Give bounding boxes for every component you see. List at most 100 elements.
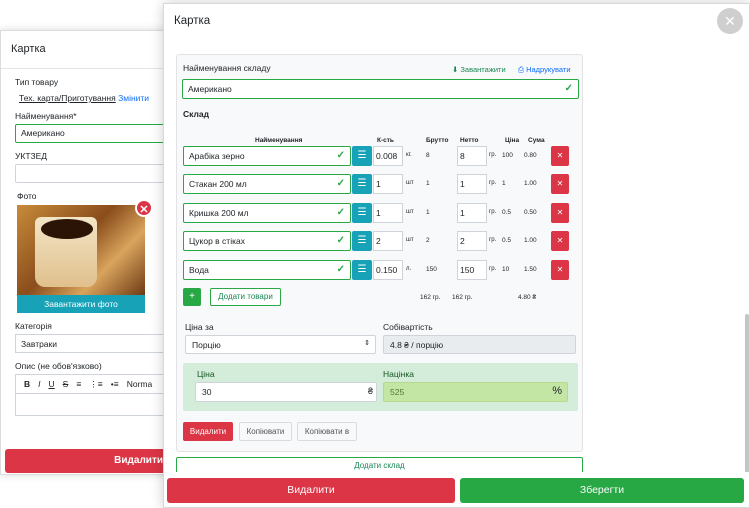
product-type-value: Тех. карта/Приготування [19,93,116,103]
warehouse-card: Найменування складу ⬇ Завантажити ⎙ Надр… [176,54,583,452]
netto-unit-label: гр. [489,237,497,243]
remove-photo-icon[interactable]: ✕ [135,199,153,217]
category-select[interactable]: Завтраки [15,334,165,353]
product-type-label: Тип товару [15,77,59,87]
price-for-select[interactable]: Порцію ⇕ [185,335,376,354]
warehouse-name-input[interactable]: Американо ✓ [182,79,579,99]
brutto-value: 2 [426,237,430,244]
list-icon[interactable]: ☰ [352,203,372,223]
remove-ingredient-button[interactable]: ✕ [551,174,569,194]
ingredient-row: Стакан 200 мл ✓ ☰ 1 шт 1 1 гр. 1 1.00 ✕ [183,174,578,196]
header-name: Найменування [255,137,303,144]
brutto-value: 1 [426,180,430,187]
remove-ingredient-button[interactable]: ✕ [551,203,569,223]
markup-label: Націнка [383,369,414,379]
description-label: Опис (не обов'язково) [15,361,102,371]
quantity-input[interactable]: 0.150 [373,260,403,280]
footer-save-button[interactable]: Зберегти [460,478,744,503]
remove-ingredient-button[interactable]: ✕ [551,260,569,280]
cost-value: 4.8 ₴ / порцію [383,335,576,354]
price-value: 0.5 [502,237,512,244]
uktzed-input[interactable] [15,164,165,183]
footer-delete-button[interactable]: Видалити [167,478,455,503]
category-label: Категорія [15,321,52,331]
list-icon[interactable]: ☰ [352,260,372,280]
netto-input[interactable]: 1 [457,174,487,194]
unit-label: шт [406,209,414,215]
description-editor[interactable] [15,394,165,416]
quantity-input[interactable]: 0.008 [373,146,403,166]
print-link[interactable]: ⎙ Надрукувати [518,65,571,75]
currency-icon: ₴ [367,386,373,396]
list-icon[interactable]: ☰ [352,231,372,251]
delete-warehouse-button[interactable]: Видалити [183,422,233,441]
add-ingredient-button[interactable]: + [183,288,201,306]
ingredient-name-input[interactable]: Кришка 200 мл ✓ [183,203,351,223]
netto-input[interactable]: 2 [457,231,487,251]
check-icon: ✓ [336,235,345,246]
bold-icon[interactable]: B [24,379,30,389]
unit-label: кг. [406,152,412,158]
format-select[interactable]: Norma [127,379,153,389]
add-warehouse-button[interactable]: Додати склад [176,457,583,472]
copy-to-button[interactable]: Копіювати в [297,422,357,441]
quantity-input[interactable]: 1 [373,174,403,194]
ingredient-row: Арабіка зерно ✓ ☰ 0.008 кг. 8 8 гр. 100 0… [183,146,578,168]
total-brutto: 162 гр. [420,294,441,301]
remove-ingredient-button[interactable]: ✕ [551,231,569,251]
change-link[interactable]: Змінити [118,93,149,103]
photo-label: Фото [17,191,37,201]
add-goods-button[interactable]: Додати товари [210,288,281,306]
header-price: Ціна [505,137,520,144]
ingredient-row: Кришка 200 мл ✓ ☰ 1 шт 1 1 гр. 0.5 0.50 ✕ [183,203,578,225]
background-delete-button[interactable]: Видалити [5,449,171,473]
upload-photo-button[interactable]: Завантажити фото [17,295,145,313]
scrollbar[interactable] [745,314,749,472]
netto-unit-label: гр. [489,152,497,158]
brutto-value: 150 [426,266,437,273]
select-arrows-icon: ⇕ [364,340,370,347]
close-icon[interactable]: ✕ [717,8,743,34]
quantity-input[interactable]: 1 [373,203,403,223]
header-brutto: Брутто [426,137,449,144]
ordered-list-icon[interactable]: ⋮≡ [89,379,102,390]
check-icon: ✓ [336,207,345,218]
brutto-value: 8 [426,152,430,159]
quantity-input[interactable]: 2 [373,231,403,251]
name-input[interactable]: Американо [15,124,165,143]
ingredient-name-input[interactable]: Стакан 200 мл ✓ [183,174,351,194]
italic-icon[interactable]: I [38,379,40,389]
price-for-label: Ціна за [185,322,214,332]
netto-unit-label: гр. [489,266,497,272]
check-icon: ✓ [336,264,345,275]
list-icon[interactable]: ☰ [352,174,372,194]
remove-ingredient-button[interactable]: ✕ [551,146,569,166]
product-photo: ✕ [17,199,153,295]
netto-input[interactable]: 1 [457,203,487,223]
netto-unit-label: гр. [489,180,497,186]
strikethrough-icon[interactable]: S [63,379,69,389]
netto-input[interactable]: 150 [457,260,487,280]
bullet-list-icon[interactable]: •≡ [111,379,119,389]
total-netto: 162 гр. [452,294,473,301]
underline-icon[interactable]: U [49,379,55,389]
download-icon: ⬇ [452,65,459,74]
coffee-image [41,219,93,239]
list-icon[interactable]: ☰ [352,146,372,166]
align-icon[interactable]: ≡ [76,379,81,389]
markup-input[interactable]: 525 % [383,382,568,402]
ingredient-name-input[interactable]: Вода ✓ [183,260,351,280]
header-qty: К-сть [377,137,394,144]
ingredient-name-input[interactable]: Арабіка зерно ✓ [183,146,351,166]
download-link[interactable]: ⬇ Завантажити [452,65,506,74]
price-input[interactable]: 30 ₴ [195,382,377,402]
copy-button[interactable]: Копіювати [239,422,292,441]
price-value: 1 [502,180,506,187]
netto-input[interactable]: 8 [457,146,487,166]
sum-value: 1.00 [524,237,537,244]
check-icon: ✓ [564,83,573,94]
cost-label: Собівартість [383,322,433,332]
ingredient-row: Вода ✓ ☰ 0.150 л. 150 150 гр. 10 1.50 ✕ [183,260,578,282]
sum-value: 0.80 [524,152,537,159]
ingredient-name-input[interactable]: Цукор в стіках ✓ [183,231,351,251]
